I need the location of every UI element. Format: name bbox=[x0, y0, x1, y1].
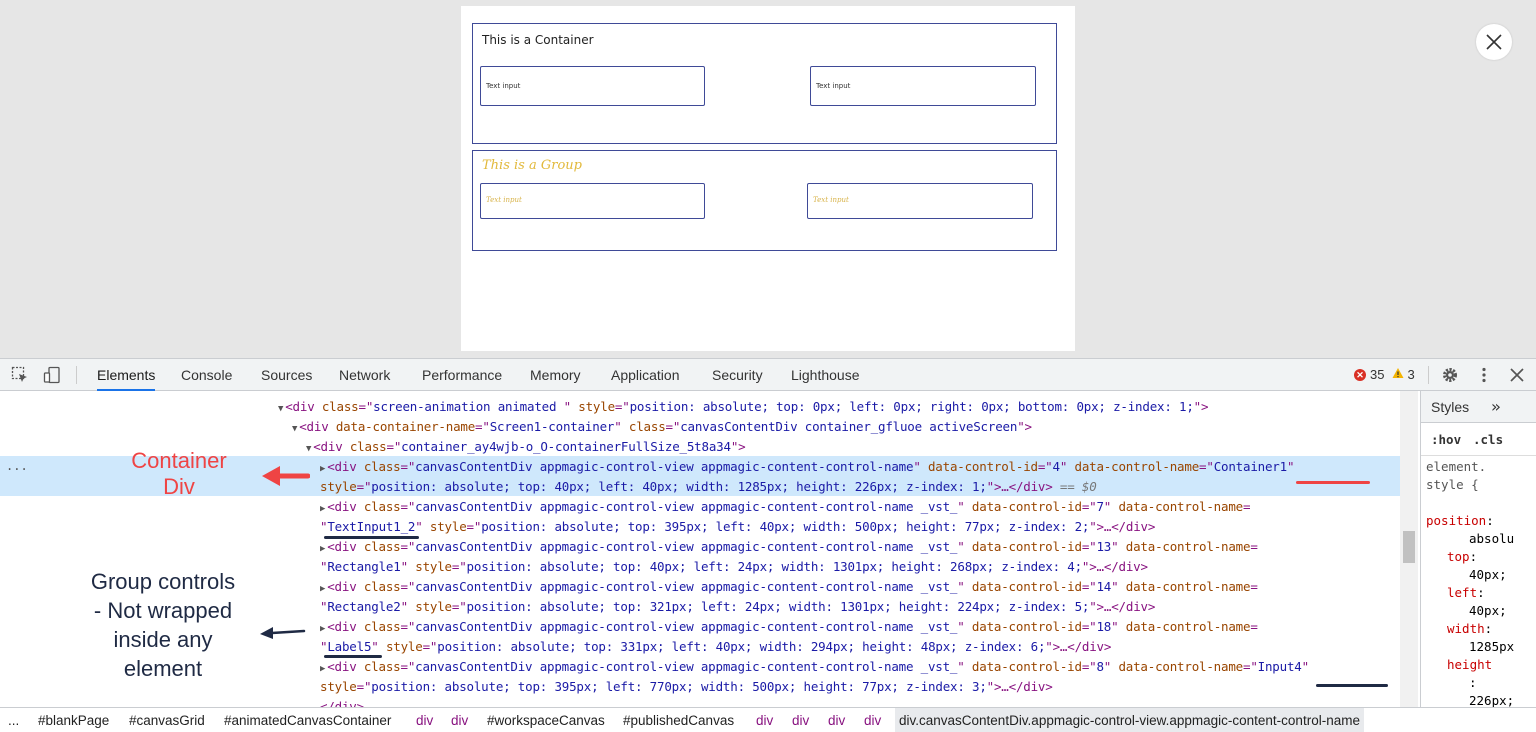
tab-lighthouse[interactable]: Lighthouse bbox=[791, 359, 860, 391]
tab-security[interactable]: Security bbox=[712, 359, 763, 391]
elements-scrollbar[interactable] bbox=[1400, 391, 1418, 707]
annotation-underline-label5 bbox=[324, 655, 382, 658]
breadcrumb-animatedcanvascontainer[interactable]: #animatedCanvasContainer bbox=[224, 708, 391, 732]
published-canvas: This is a Container Text input Text inpu… bbox=[461, 6, 1075, 351]
tab-styles[interactable]: Styles bbox=[1431, 391, 1469, 423]
dom-node-screen-animation[interactable]: ▼ <div class="screen-animation animated "… bbox=[278, 397, 1209, 417]
group-rectangle[interactable]: This is a Group Text input Text input bbox=[472, 150, 1057, 251]
device-toolbar-icon[interactable] bbox=[42, 365, 62, 385]
dom-node-label5-style: "Label5" style="position: absolute; top:… bbox=[320, 639, 1112, 654]
annotation-red-arrow-icon bbox=[262, 466, 310, 486]
tab-elements[interactable]: Elements bbox=[97, 359, 156, 391]
style-val-width[interactable]: 1285px bbox=[1469, 638, 1514, 656]
devtools-panel: Elements Console Sources Network Perform… bbox=[0, 358, 1536, 732]
dom-node-container1-style: style="position: absolute; top: 40px; le… bbox=[320, 479, 1097, 494]
style-val-top[interactable]: 40px; bbox=[1469, 566, 1507, 584]
dom-node-label5[interactable]: ▶ <div class="canvasContentDiv appmagic-c… bbox=[320, 617, 1258, 637]
breadcrumb-canvasgrid[interactable]: #canvasGrid bbox=[129, 708, 205, 732]
cls-toggle[interactable]: .cls bbox=[1473, 431, 1503, 449]
warning-icon bbox=[1392, 367, 1404, 382]
close-devtools-icon[interactable] bbox=[1507, 365, 1527, 385]
annotation-group-controls: Group controls - Not wrapped inside any … bbox=[90, 569, 236, 681]
elements-dom-tree[interactable]: ... ▼ <div class="screen-animation animat… bbox=[0, 391, 1418, 707]
tab-network[interactable]: Network bbox=[339, 359, 390, 391]
style-prop-top[interactable]: top: bbox=[1447, 548, 1477, 566]
container1[interactable]: This is a Container Text input Text inpu… bbox=[472, 23, 1057, 144]
dom-node-container-fullsize[interactable]: ▼ <div class="container_ay4wjb-o_O-contai… bbox=[306, 437, 746, 457]
more-options-icon[interactable] bbox=[1474, 365, 1494, 385]
breadcrumb-blankpage[interactable]: #blankPage bbox=[38, 708, 109, 732]
breadcrumb-workspacecanvas[interactable]: #workspaceCanvas bbox=[487, 708, 605, 732]
dom-node-rectangle1[interactable]: ▶ <div class="canvasContentDiv appmagic-c… bbox=[320, 537, 1258, 557]
dom-node-input4-style: style="position: absolute; top: 395px; l… bbox=[320, 679, 1053, 694]
breadcrumb-div-4[interactable]: div bbox=[792, 708, 809, 732]
dom-node-rectangle2[interactable]: ▶ <div class="canvasContentDiv appmagic-c… bbox=[320, 577, 1258, 597]
dom-node-input4[interactable]: ▶ <div class="canvasContentDiv appmagic-c… bbox=[320, 657, 1309, 677]
styles-header: Styles » bbox=[1421, 391, 1536, 423]
breadcrumb-div-1[interactable]: div bbox=[416, 708, 433, 732]
dom-node-rectangle2-style: "Rectangle2" style="position: absolute; … bbox=[320, 599, 1156, 614]
settings-gear-icon[interactable] bbox=[1440, 365, 1460, 385]
tab-memory[interactable]: Memory bbox=[530, 359, 581, 391]
annotation-red-underline bbox=[1296, 481, 1370, 484]
close-preview-button[interactable] bbox=[1476, 24, 1512, 60]
element-style-selector: element. bbox=[1426, 459, 1487, 474]
tab-application[interactable]: Application bbox=[611, 359, 680, 391]
breadcrumb-selected-node[interactable]: div.canvasContentDiv.appmagic-control-vi… bbox=[895, 708, 1364, 732]
tab-console[interactable]: Console bbox=[181, 359, 232, 391]
error-icon: ✕ bbox=[1354, 368, 1366, 381]
styles-divider bbox=[1421, 455, 1536, 456]
styles-sidebar: Styles » :hov .cls element. style { posi… bbox=[1420, 391, 1536, 707]
element-style-open: style { bbox=[1426, 477, 1479, 492]
style-prop-left[interactable]: left: bbox=[1447, 584, 1485, 602]
more-tabs-chevron-icon[interactable]: » bbox=[1491, 391, 1501, 423]
dom-node-textinput1-2-style: "TextInput1_2" style="position: absolute… bbox=[320, 519, 1156, 534]
style-height-colon: : bbox=[1469, 675, 1477, 690]
style-prop-position[interactable]: position: bbox=[1426, 512, 1494, 530]
annotation-underline-textinput bbox=[324, 536, 419, 539]
style-val-position[interactable]: absolu bbox=[1469, 530, 1514, 548]
group-text-input-1[interactable]: Text input bbox=[480, 183, 705, 219]
warning-count: 3 bbox=[1407, 367, 1415, 382]
breadcrumb-div-6[interactable]: div bbox=[864, 708, 881, 732]
dom-node-rectangle1-style: "Rectangle1" style="position: absolute; … bbox=[320, 559, 1148, 574]
annotation-dark-arrow-icon bbox=[260, 627, 306, 639]
dom-node-textinput1-2[interactable]: ▶ <div class="canvasContentDiv appmagic-c… bbox=[320, 497, 1251, 517]
style-prop-height[interactable]: height bbox=[1447, 656, 1492, 674]
breadcrumb-div-5[interactable]: div bbox=[828, 708, 845, 732]
breadcrumb-div-2[interactable]: div bbox=[451, 708, 468, 732]
tabbar-divider-right bbox=[1428, 366, 1429, 384]
text-input-1[interactable]: Text input bbox=[480, 66, 705, 106]
breadcrumb-div-3[interactable]: div bbox=[756, 708, 773, 732]
inspect-element-icon[interactable] bbox=[10, 365, 30, 385]
style-val-height[interactable]: 226px; bbox=[1469, 692, 1514, 707]
style-val-left[interactable]: 40px; bbox=[1469, 602, 1507, 620]
row-more-dots[interactable]: ... bbox=[6, 459, 28, 473]
container-title: This is a Container bbox=[482, 33, 594, 47]
group-text-input-2[interactable]: Text input bbox=[807, 183, 1033, 219]
tabbar-divider bbox=[76, 366, 77, 384]
style-prop-width[interactable]: width: bbox=[1447, 620, 1492, 638]
hov-toggle[interactable]: :hov bbox=[1431, 431, 1461, 449]
tab-performance[interactable]: Performance bbox=[422, 359, 502, 391]
close-icon bbox=[1486, 34, 1502, 50]
annotation-container-div: Container Div bbox=[131, 448, 227, 499]
elements-scrollbar-thumb[interactable] bbox=[1403, 531, 1415, 563]
dom-breadcrumb-bar: ... #blankPage #canvasGrid #animatedCanv… bbox=[0, 707, 1536, 732]
issues-counter[interactable]: ✕ 35 3 bbox=[1354, 367, 1415, 382]
text-input-2[interactable]: Text input bbox=[810, 66, 1036, 106]
tab-sources[interactable]: Sources bbox=[261, 359, 312, 391]
group-title: This is a Group bbox=[482, 158, 582, 173]
devtools-tabbar: Elements Console Sources Network Perform… bbox=[0, 359, 1536, 391]
dom-node-container1[interactable]: ▶ <div class="canvasContentDiv appmagic-c… bbox=[320, 457, 1295, 477]
breadcrumb-publishedcanvas[interactable]: #publishedCanvas bbox=[623, 708, 734, 732]
breadcrumb-more[interactable]: ... bbox=[8, 708, 19, 732]
dom-node-screen1-container[interactable]: ▼ <div data-container-name="Screen1-conta… bbox=[292, 417, 1032, 437]
app-preview-area: This is a Container Text input Text inpu… bbox=[0, 0, 1536, 357]
dom-node-closing-div: </div> bbox=[320, 699, 364, 707]
error-count: 35 bbox=[1370, 367, 1385, 382]
annotation-underline-input4 bbox=[1316, 684, 1388, 687]
